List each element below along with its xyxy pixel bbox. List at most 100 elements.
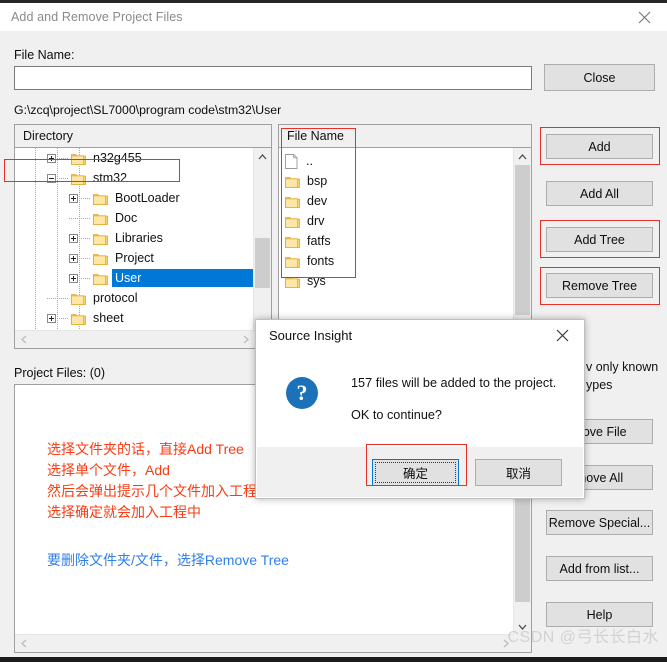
file-list-item[interactable]: .. <box>283 151 514 171</box>
scroll-up-arrow[interactable] <box>254 148 271 165</box>
tree-item-label: sheet <box>93 311 124 325</box>
current-path-text: G:\zcq\project\SL7000\program code\stm32… <box>14 103 282 117</box>
tree-expand-icon[interactable] <box>47 153 56 163</box>
tree-item-label: Project <box>115 251 154 265</box>
folder-icon <box>285 275 300 288</box>
folder-icon <box>71 312 86 325</box>
project-files-label: Project Files: (0) <box>14 366 105 380</box>
scrollbar-corner <box>514 635 531 652</box>
file-list-item[interactable]: fatfs <box>283 231 514 251</box>
directory-vscroll-thumb[interactable] <box>255 238 270 288</box>
messagebox-line1: 157 files will be added to the project. <box>351 376 557 390</box>
tree-connector <box>69 217 78 219</box>
add-from-list-button[interactable]: Add from list... <box>546 556 653 581</box>
add-remove-project-files-window: Add and Remove Project Files File Name: … <box>0 3 667 657</box>
file-name-label: File Name: <box>14 48 75 62</box>
tree-connector <box>59 297 68 299</box>
folder-icon <box>93 212 108 225</box>
tree-collapse-icon[interactable] <box>47 173 56 183</box>
tree-item-protocol[interactable]: protocol <box>15 288 254 308</box>
tree-item-label: Libraries <box>115 231 163 245</box>
filename-vscroll-thumb[interactable] <box>515 165 530 315</box>
tree-connector <box>81 197 90 199</box>
folder-icon <box>93 272 108 285</box>
folder-icon <box>93 252 108 265</box>
tree-connector <box>47 297 56 299</box>
tree-expand-icon[interactable] <box>69 233 78 243</box>
folder-icon <box>93 232 108 245</box>
directory-tree[interactable]: n32g455 stm32 BootLoader Doc Libraries Projec… <box>15 148 254 331</box>
remove-tree-button[interactable]: Remove Tree <box>546 273 653 298</box>
folder-icon <box>71 152 86 165</box>
tree-item-sheet[interactable]: sheet <box>15 308 254 328</box>
tree-connector <box>81 257 90 259</box>
directory-tree-content[interactable]: n32g455 stm32 BootLoader Doc Libraries Projec… <box>15 148 271 348</box>
question-icon-glyph: ? <box>296 380 308 405</box>
directory-vscrollbar[interactable] <box>253 148 271 331</box>
tree-item-label: Doc <box>115 211 138 225</box>
directory-hscrollbar[interactable] <box>15 330 254 348</box>
question-icon: ? <box>286 377 318 409</box>
close-button[interactable]: Close <box>544 64 655 91</box>
tree-item-stm32[interactable]: stm32 <box>15 168 254 188</box>
tree-expand-icon[interactable] <box>47 313 56 323</box>
cancel-button[interactable]: 取消 <box>475 459 562 486</box>
add-tree-button[interactable]: Add Tree <box>546 227 653 252</box>
scroll-left-arrow[interactable] <box>15 331 32 348</box>
file-list-item[interactable]: dev <box>283 191 514 211</box>
tree-item-label: User <box>112 269 254 287</box>
tree-item-n32g455[interactable]: n32g455 <box>15 148 254 168</box>
project-files-hscrollbar[interactable] <box>15 634 514 652</box>
file-list-item-label: fonts <box>307 254 335 268</box>
filename-vscrollbar[interactable] <box>513 148 531 331</box>
source-insight-messagebox: Source Insight ? 157 files will be added… <box>255 319 585 499</box>
show-only-known-file-types-checkbox[interactable]: v only known ypes <box>586 358 658 394</box>
tree-item-libraries[interactable]: Libraries <box>15 228 254 248</box>
tree-expand-icon[interactable] <box>69 253 78 263</box>
add-all-button[interactable]: Add All <box>546 181 653 206</box>
file-list-item[interactable]: bsp <box>283 171 514 191</box>
folder-icon <box>285 195 300 208</box>
tree-connector <box>81 237 90 239</box>
tree-item-label: n32g455 <box>93 151 142 165</box>
folder-icon <box>285 255 300 268</box>
file-list-item-label: dev <box>307 194 328 208</box>
scroll-up-arrow[interactable] <box>514 148 531 165</box>
tree-item-label: BootLoader <box>115 191 180 205</box>
tree-expand-icon[interactable] <box>69 273 78 283</box>
tree-connector <box>81 277 90 279</box>
messagebox-line2: OK to continue? <box>351 408 442 422</box>
tree-expand-icon[interactable] <box>69 193 78 203</box>
scroll-left-arrow[interactable] <box>15 635 32 652</box>
tree-item-doc[interactable]: Doc <box>15 208 254 228</box>
close-icon[interactable] <box>540 320 584 350</box>
file-list-item-label: .. <box>306 154 313 168</box>
ok-button-label: 确定 <box>402 467 428 481</box>
screen-edge-bottom <box>0 657 667 662</box>
scroll-right-arrow[interactable] <box>237 331 254 348</box>
filename-list-content[interactable]: .. bsp dev drv fatfs fonts sys <box>279 148 531 348</box>
file-list-item-label: sys <box>307 274 326 288</box>
filename-list[interactable]: .. bsp dev drv fatfs fonts sys <box>283 151 514 331</box>
tree-item-bootloader[interactable]: BootLoader <box>15 188 254 208</box>
directory-panel: Directory n32g455 stm32 BootLoader Doc Libra… <box>14 124 272 349</box>
filename-panel-header: File Name <box>279 125 531 148</box>
file-list-item[interactable]: drv <box>283 211 514 231</box>
file-list-item[interactable]: fonts <box>283 251 514 271</box>
help-button[interactable]: Help <box>546 602 653 627</box>
close-icon[interactable] <box>622 3 667 31</box>
tree-connector <box>59 317 68 319</box>
ok-button[interactable]: 确定 <box>372 459 459 486</box>
file-list-item[interactable]: sys <box>283 271 514 291</box>
add-button[interactable]: Add <box>546 134 653 159</box>
tree-connector <box>59 177 68 179</box>
scroll-right-arrow[interactable] <box>497 635 514 652</box>
remove-special-button[interactable]: Remove Special... <box>546 510 653 535</box>
file-name-input[interactable] <box>14 66 532 90</box>
directory-panel-header: Directory <box>15 125 271 148</box>
tree-item-user[interactable]: User <box>15 268 254 288</box>
scroll-down-arrow[interactable] <box>514 618 531 635</box>
file-list-item-label: fatfs <box>307 234 331 248</box>
tree-item-project[interactable]: Project <box>15 248 254 268</box>
tree-item-label: protocol <box>93 291 138 305</box>
